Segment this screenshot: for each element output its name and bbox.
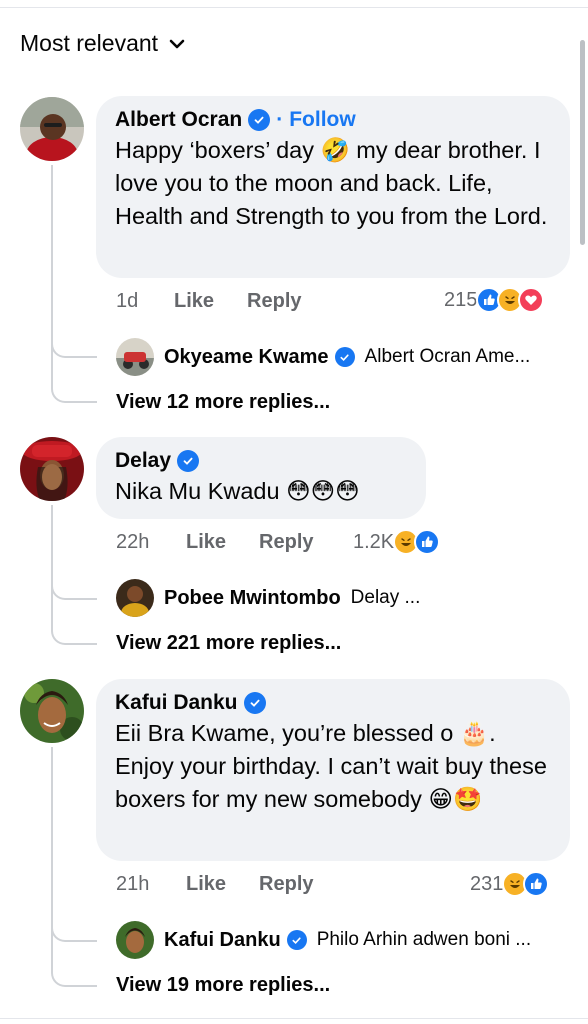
thread-line [51, 165, 53, 345]
comment-text: Happy ‘boxers’ day 🤣 my dear brother. I … [115, 137, 548, 229]
reply-snippet: Delay ... [350, 587, 421, 608]
comment-text: Eii Bra Kwame, you’re blessed o 🎂. Enjoy… [115, 720, 547, 812]
reaction-summary[interactable]: 215 [444, 287, 545, 313]
avatar[interactable] [20, 97, 84, 161]
reply-button[interactable]: Reply [247, 290, 301, 313]
scrollbar[interactable] [580, 40, 585, 245]
comment-bubble: Kafui Danku Eii Bra Kwame, you’re blesse… [96, 679, 570, 861]
comment-author[interactable]: Delay [115, 447, 171, 475]
view-more-replies[interactable]: View 221 more replies... [116, 632, 341, 655]
thread-connector [51, 345, 97, 403]
like-button[interactable]: Like [186, 873, 226, 896]
reply-author: Okyeame Kwame [164, 346, 355, 369]
rofl-emoji: 🤣 [320, 137, 350, 163]
comment-time[interactable]: 21h [116, 873, 186, 896]
comment-time[interactable]: 1d [116, 290, 174, 313]
reply-preview[interactable]: Okyeame Kwame Albert Ocran Ame... [116, 338, 530, 376]
comment-bubble: Delay Nika Mu Kwadu 😳😳😳 [96, 437, 426, 519]
love-icon [518, 287, 545, 313]
avatar [116, 579, 154, 617]
follow-link[interactable]: Follow [289, 106, 356, 134]
comment-bubble: Albert Ocran · Follow Happy ‘boxers’ day… [96, 96, 570, 278]
like-button[interactable]: Like [174, 290, 214, 313]
reaction-count: 1.2K [353, 530, 395, 553]
thread-connector [51, 585, 97, 645]
verified-badge-icon [243, 692, 266, 714]
verified-badge-icon [286, 930, 307, 950]
reply-button[interactable]: Reply [259, 531, 313, 554]
view-more-replies[interactable]: View 19 more replies... [116, 974, 330, 997]
avatar[interactable] [20, 437, 84, 501]
bottom-divider [0, 1018, 588, 1024]
comment-time[interactable]: 22h [116, 531, 186, 554]
comment-actions: 22h Like Reply [116, 531, 347, 554]
reaction-count: 231 [470, 872, 504, 895]
reply-preview[interactable]: Pobee Mwintombo Delay ... [116, 579, 420, 617]
thread-connector [51, 927, 97, 987]
comment-actions: 21h Like Reply [116, 873, 347, 896]
comment-actions: 1d Like Reply [116, 290, 335, 313]
comment-text: Nika Mu Kwadu 😳😳😳 [115, 478, 360, 504]
reply-author: Kafui Danku [164, 929, 307, 952]
reply-preview[interactable]: Kafui Danku Philo Arhin adwen boni ... [116, 921, 531, 959]
reply-author: Pobee Mwintombo [164, 586, 341, 609]
comment-author[interactable]: Albert Ocran [115, 106, 242, 134]
reaction-summary[interactable]: 231 [470, 871, 550, 897]
like-icon [414, 529, 441, 555]
reply-snippet: Philo Arhin adwen boni ... [316, 929, 532, 950]
view-more-replies[interactable]: View 12 more replies... [116, 391, 330, 414]
reply-button[interactable]: Reply [259, 873, 313, 896]
sort-label: Most relevant [20, 30, 159, 56]
comment-author[interactable]: Kafui Danku [115, 689, 238, 717]
verified-badge-icon [248, 109, 271, 131]
avatar[interactable] [20, 679, 84, 743]
reply-snippet: Albert Ocran Ame... [364, 346, 531, 367]
sort-dropdown[interactable]: Most relevant [20, 30, 186, 57]
avatar [116, 338, 154, 376]
thread-line [51, 747, 53, 927]
reaction-summary[interactable]: 1.2K [353, 529, 441, 555]
separator-dot: · [276, 108, 284, 131]
like-button[interactable]: Like [186, 531, 226, 554]
like-icon [523, 871, 550, 897]
reaction-count: 215 [444, 288, 478, 311]
verified-badge-icon [177, 450, 200, 472]
avatar [116, 921, 154, 959]
verified-badge-icon [334, 347, 355, 367]
chevron-down-icon [169, 39, 185, 48]
top-divider [0, 0, 588, 8]
